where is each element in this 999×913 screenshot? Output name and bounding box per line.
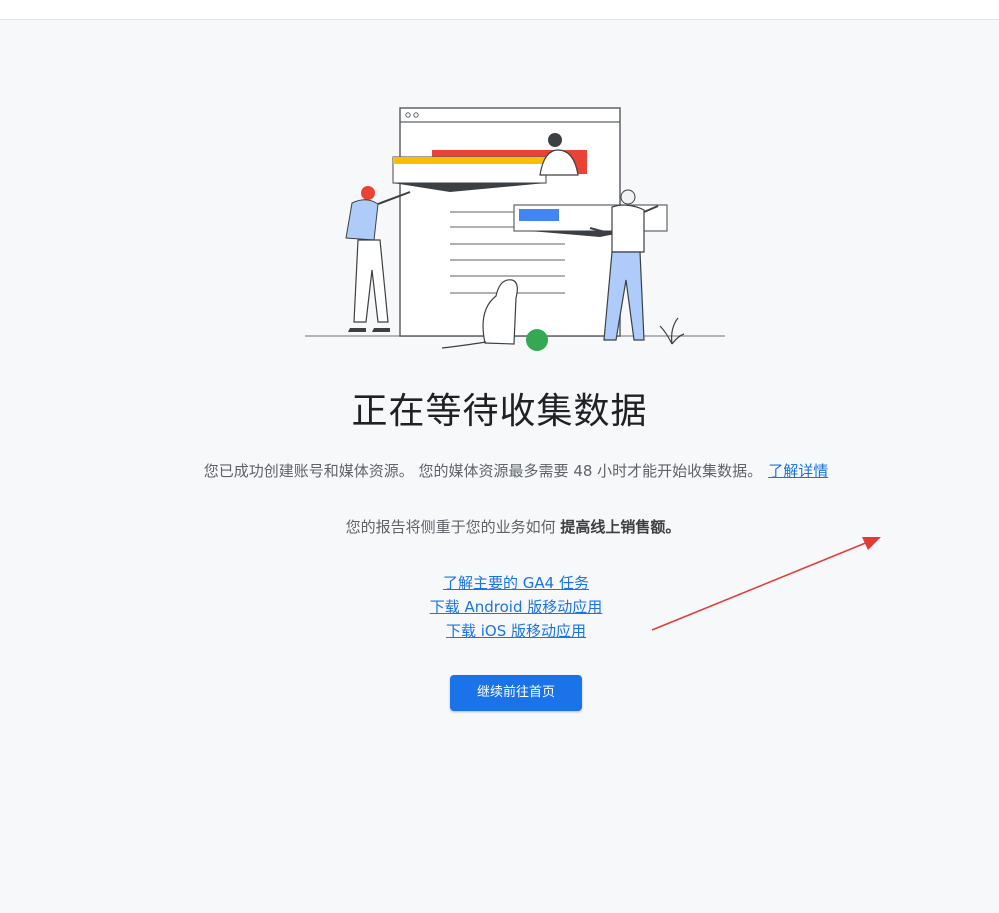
description: 您已成功创建账号和媒体资源。 您的媒体资源最多需要 48 小时才能开始收集数据。… bbox=[0, 460, 999, 482]
report-focus: 您的报告将侧重于您的业务如何 提高线上销售额。 bbox=[0, 516, 999, 538]
description-text: 您已成功创建账号和媒体资源。 您的媒体资源最多需要 48 小时才能开始收集数据。 bbox=[203, 462, 763, 480]
ios-app-link[interactable]: 下载 iOS 版移动应用 bbox=[446, 619, 586, 643]
report-focus-text: 您的报告将侧重于您的业务如何 bbox=[345, 518, 561, 536]
ga4-tasks-link[interactable]: 了解主要的 GA4 任务 bbox=[443, 571, 589, 595]
page-title: 正在等待收集数据 bbox=[351, 391, 648, 432]
waiting-illustration bbox=[305, 107, 725, 351]
report-focus-emphasis: 提高线上销售额。 bbox=[560, 518, 681, 536]
android-app-link[interactable]: 下载 Android 版移动应用 bbox=[430, 595, 603, 619]
continue-to-home-button[interactable]: 继续前往首页 bbox=[450, 675, 582, 711]
resource-links: 了解主要的 GA4 任务 下载 Android 版移动应用 下载 iOS 版移动… bbox=[0, 571, 999, 643]
top-bar bbox=[0, 0, 999, 20]
learn-more-link[interactable]: 了解详情 bbox=[768, 462, 828, 480]
